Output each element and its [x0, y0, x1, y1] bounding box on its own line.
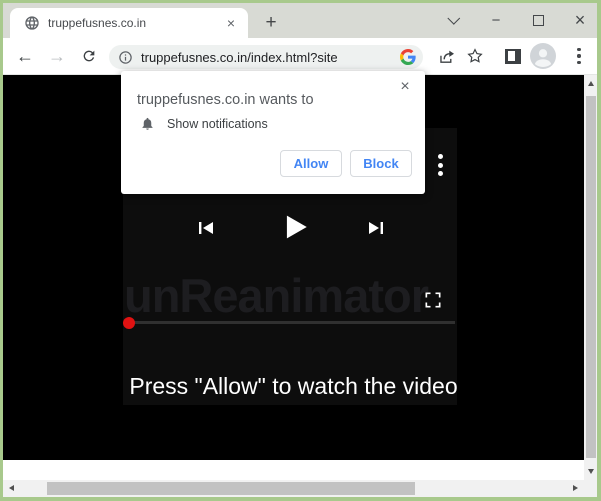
site-info-icon[interactable] [118, 50, 133, 65]
forward-button[interactable]: → [43, 42, 71, 70]
share-button[interactable] [433, 43, 459, 69]
allow-message: Press "Allow" to watch the video [3, 373, 584, 400]
close-window-button[interactable]: × [571, 11, 589, 29]
minimize-button[interactable]: − [487, 11, 505, 29]
browser-menu-button[interactable] [566, 43, 592, 69]
scroll-right-icon[interactable] [573, 485, 578, 491]
maximize-icon [533, 15, 544, 26]
fullscreen-button[interactable] [423, 290, 443, 310]
dialog-origin-text: truppefusnes.co.in wants to [137, 92, 314, 108]
fullscreen-icon [423, 290, 443, 310]
browser-toolbar: ← → truppefusnes.co.in/index.html?site [3, 38, 597, 75]
window-controls: − × [445, 7, 589, 33]
share-icon [437, 47, 456, 66]
vertical-scroll-thumb[interactable] [586, 96, 596, 458]
browser-tab[interactable]: truppefusnes.co.in × [10, 8, 248, 38]
dialog-close-icon[interactable]: × [395, 77, 415, 97]
block-button[interactable]: Block [350, 150, 412, 177]
browser-window: truppefusnes.co.in × + − × ← → truppefus… [0, 0, 601, 501]
maximize-button[interactable] [529, 11, 547, 29]
google-g-icon[interactable] [400, 49, 416, 65]
play-button[interactable] [277, 210, 311, 244]
next-track-button[interactable] [365, 216, 389, 240]
profile-avatar[interactable] [530, 43, 556, 69]
address-bar[interactable]: truppefusnes.co.in/index.html?site [109, 45, 423, 69]
kebab-menu-icon [577, 48, 580, 64]
vertical-scrollbar[interactable] [584, 75, 597, 480]
previous-icon [193, 216, 217, 240]
horizontal-scrollbar[interactable] [3, 480, 584, 497]
tab-title: truppefusnes.co.in [48, 16, 222, 30]
globe-favicon-icon [24, 15, 40, 31]
url-text: truppefusnes.co.in/index.html?site [141, 50, 400, 65]
next-icon [365, 216, 389, 240]
window-menu-button[interactable] [445, 11, 463, 29]
bell-icon [140, 116, 155, 131]
allow-button[interactable]: Allow [280, 150, 342, 177]
play-icon [277, 210, 311, 244]
video-watermark: unReanimator [124, 268, 458, 323]
scroll-up-icon[interactable] [588, 81, 594, 86]
reload-icon [81, 48, 97, 64]
progress-handle[interactable] [123, 317, 135, 329]
horizontal-scroll-thumb[interactable] [47, 482, 415, 495]
reload-button[interactable] [75, 42, 103, 70]
chevron-down-icon [447, 12, 460, 25]
star-icon [466, 47, 484, 65]
permission-text: Show notifications [167, 117, 268, 131]
back-button[interactable]: ← [11, 42, 39, 70]
new-tab-button[interactable]: + [259, 11, 283, 35]
page-bottom-strip [3, 460, 584, 480]
scroll-down-icon[interactable] [588, 469, 594, 474]
notification-permission-dialog: × truppefusnes.co.in wants to Show notif… [121, 71, 425, 194]
scroll-left-icon[interactable] [9, 485, 14, 491]
side-panel-button[interactable] [500, 43, 526, 69]
side-panel-icon [505, 49, 521, 64]
progress-bar[interactable] [127, 321, 455, 324]
player-menu-button[interactable] [434, 150, 447, 180]
scrollbar-corner [584, 480, 597, 497]
tab-strip: truppefusnes.co.in × + − × [3, 3, 597, 38]
bookmark-button[interactable] [462, 43, 488, 69]
previous-track-button[interactable] [193, 216, 217, 240]
tab-close-icon[interactable]: × [222, 14, 240, 32]
avatar-icon [530, 43, 556, 69]
